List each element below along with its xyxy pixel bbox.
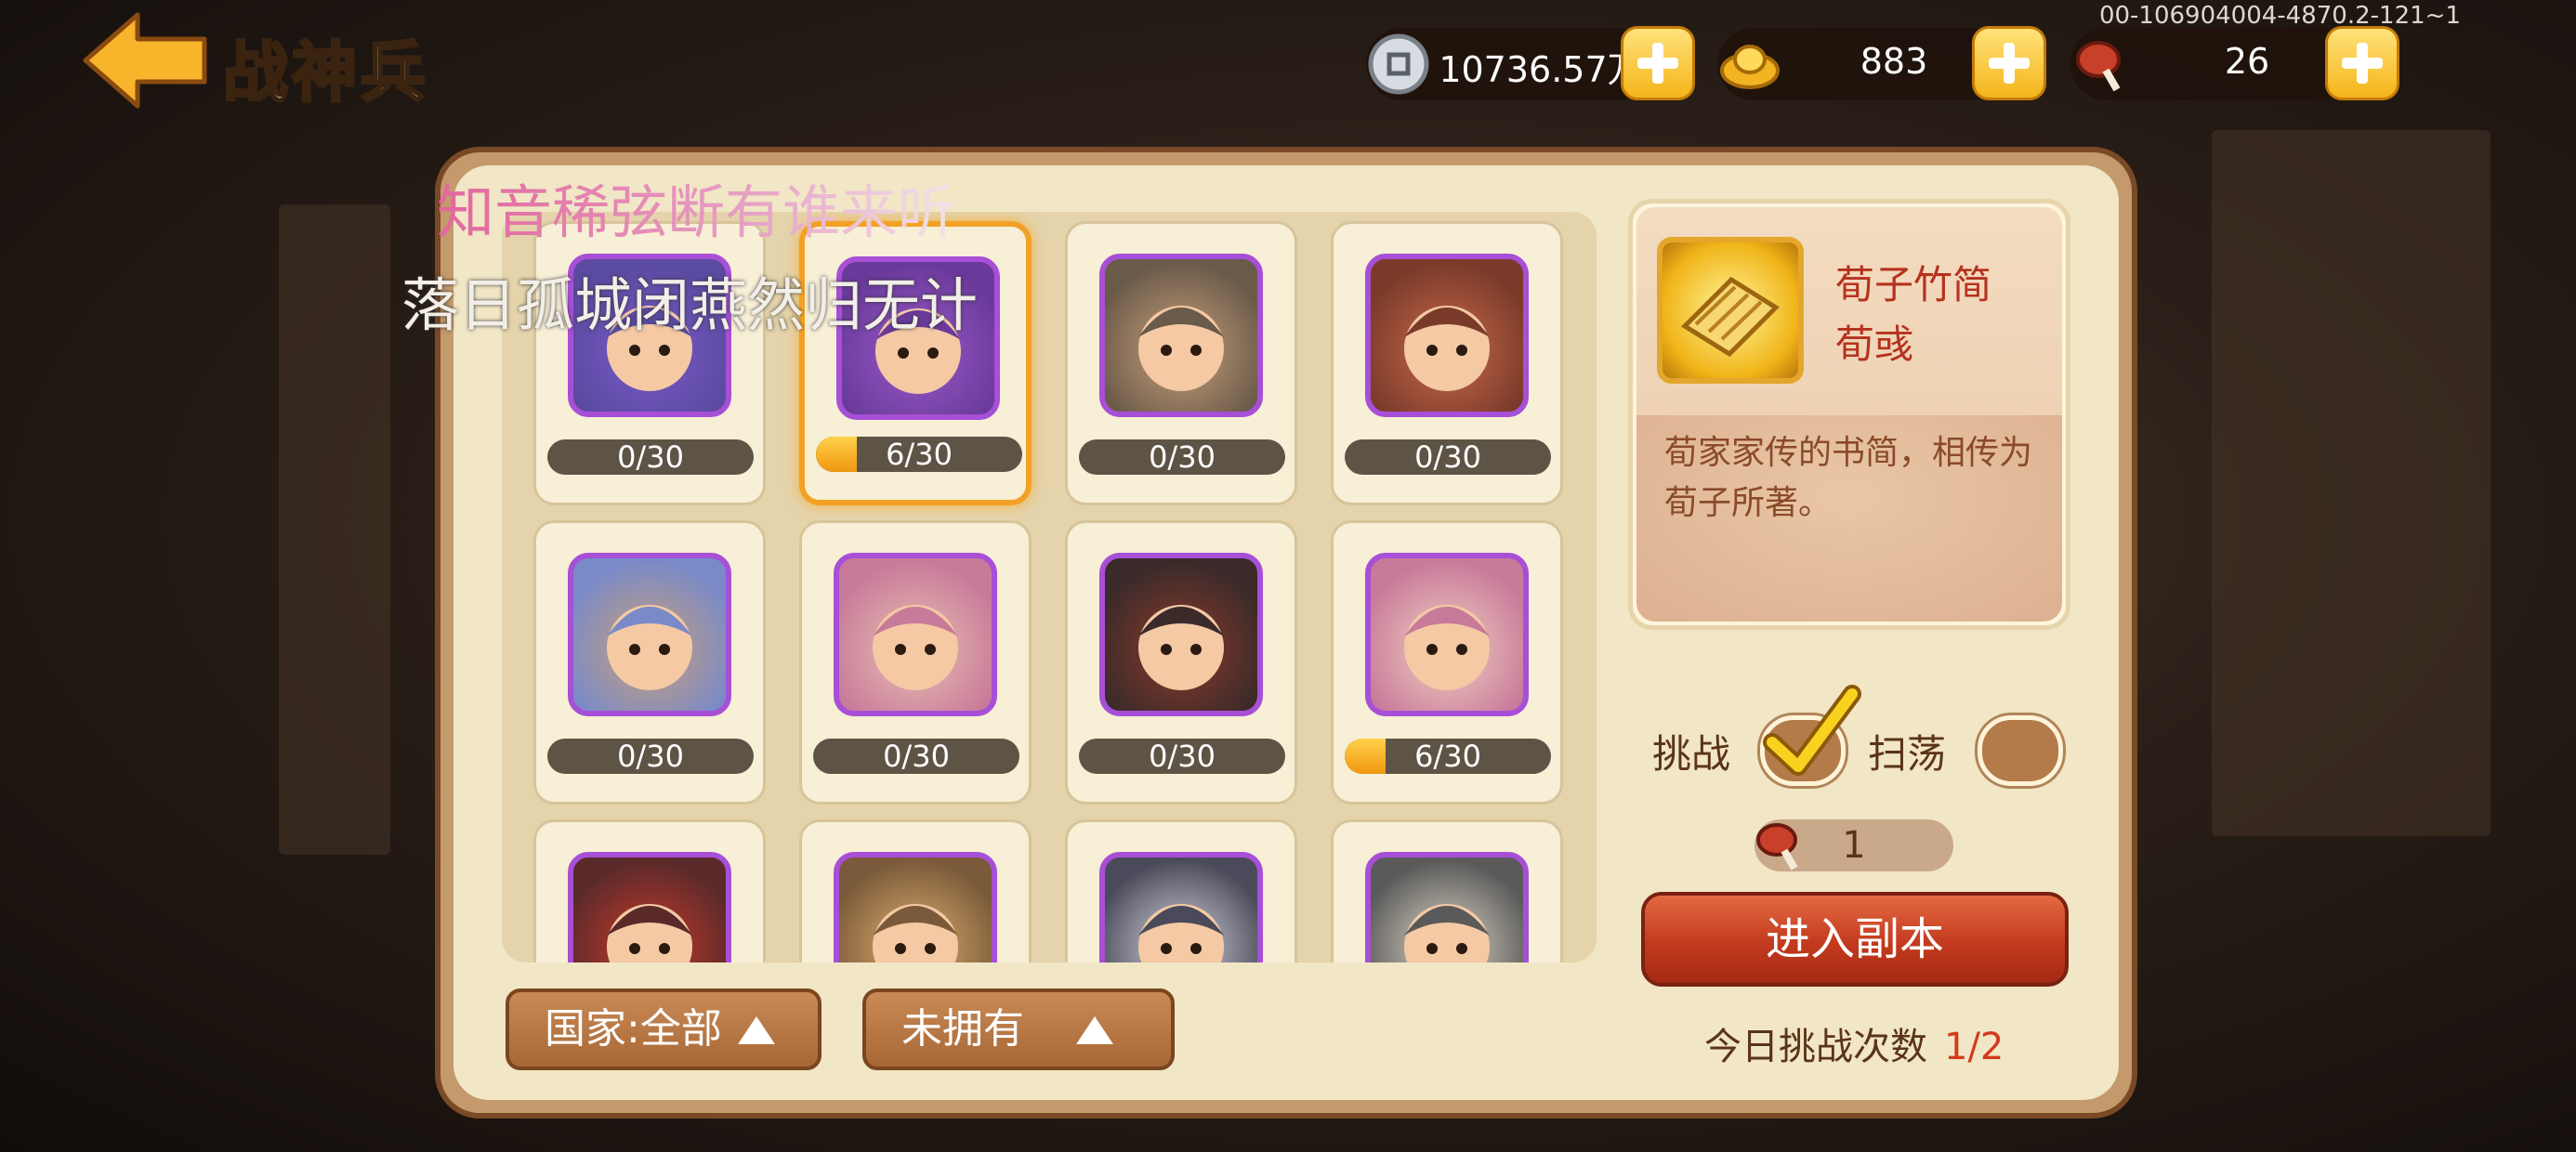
add-stamina-button[interactable]	[2325, 26, 2399, 100]
sweep-label: 扫荡	[1868, 731, 1947, 777]
hero-card[interactable]: 0/30	[799, 520, 1032, 805]
triangle-up-icon	[1076, 1016, 1113, 1044]
hero-progress-bar: 6/30	[816, 437, 1022, 472]
enter-dungeon-button[interactable]: 进入副本	[1641, 892, 2069, 987]
gold-value: 883	[1860, 41, 1928, 82]
meat-icon	[2070, 32, 2136, 97]
stamina-cost: 1	[1755, 819, 1953, 871]
hero-card[interactable]: 0/30	[533, 520, 766, 805]
hero-progress-label: 0/30	[883, 739, 950, 774]
add-gold-button[interactable]	[1972, 26, 2046, 100]
hero-progress-bar: 0/30	[1345, 439, 1551, 475]
ownership-filter-button[interactable]: 未拥有	[862, 988, 1175, 1070]
hero-progress-bar: 0/30	[1079, 739, 1285, 774]
hero-progress-bar: 0/30	[1079, 439, 1285, 475]
bamboo-scroll-icon[interactable]	[1657, 237, 1804, 384]
hero-portrait	[1099, 852, 1263, 962]
hero-progress-label: 0/30	[1149, 739, 1216, 774]
hero-portrait	[1099, 254, 1263, 417]
gold-counter: 883	[1717, 28, 2005, 100]
hero-portrait	[1365, 254, 1529, 417]
hero-portrait	[834, 852, 997, 962]
hero-progress-bar: 6/30	[1345, 739, 1551, 774]
country-filter-button[interactable]: 国家:全部	[506, 988, 821, 1070]
hero-progress-bar: 0/30	[813, 739, 1019, 774]
hero-portrait	[1365, 553, 1529, 716]
stamina-counter: 26	[2070, 28, 2359, 100]
coin-icon	[1366, 32, 1431, 97]
challenge-label: 挑战	[1652, 731, 1731, 777]
item-name: 荀子竹简	[1835, 262, 1992, 308]
background-shelf	[279, 204, 390, 855]
daily-challenge-label: 今日挑战次数	[1704, 1026, 1927, 1068]
gold-ingot-icon	[1717, 32, 1782, 97]
hero-card[interactable]	[533, 819, 766, 962]
item-info-card: 荀子竹简 荀彧 荀家家传的书简，相传为荀子所著。	[1628, 199, 2070, 630]
silver-counter: 10736.57万	[1366, 28, 1654, 100]
back-button[interactable]	[82, 9, 210, 111]
challenge-checkbox[interactable]	[1760, 685, 1861, 786]
hero-card[interactable]: 0/30	[1065, 520, 1297, 805]
back-arrow-icon	[83, 12, 207, 109]
hero-progress-label: 0/30	[617, 439, 684, 475]
overlay-text-line2: 落日孤城闭燕然归无计	[401, 271, 979, 339]
triangle-up-icon	[738, 1016, 775, 1044]
daily-challenge-count: 今日挑战次数 1/2	[1704, 1016, 2004, 1070]
add-silver-button[interactable]	[1621, 26, 1695, 100]
hero-card[interactable]: 0/30	[1331, 221, 1563, 505]
hero-progress-label: 0/30	[617, 739, 684, 774]
hero-portrait	[1099, 553, 1263, 716]
hero-card[interactable]: 6/30	[1331, 520, 1563, 805]
item-owner: 荀彧	[1835, 321, 1914, 367]
hero-progress-label: 0/30	[1149, 439, 1216, 475]
overlay-text-line1: 知音稀弦断有谁来听	[437, 165, 955, 249]
country-filter-label: 国家:全部	[545, 1005, 722, 1053]
hero-card[interactable]	[1065, 819, 1297, 962]
hero-card[interactable]	[799, 819, 1032, 962]
hero-portrait	[568, 852, 731, 962]
background-shelf	[2212, 130, 2491, 836]
hero-progress-label: 6/30	[886, 437, 953, 472]
hero-progress-label: 6/30	[1414, 739, 1481, 774]
daily-challenge-value: 1/2	[1944, 1026, 2004, 1068]
stamina-value: 26	[2224, 41, 2270, 82]
hero-portrait	[568, 553, 731, 716]
page-title: 战神兵	[222, 33, 429, 112]
hero-progress-label: 0/30	[1414, 439, 1481, 475]
stamina-cost-value: 1	[1842, 824, 1866, 867]
hero-card[interactable]: 0/30	[1065, 221, 1297, 505]
silver-value: 10736.57万	[1439, 49, 1643, 90]
sweep-checkbox[interactable]	[1978, 715, 2063, 786]
hero-portrait	[834, 553, 997, 716]
hero-portrait	[1365, 852, 1529, 962]
item-description: 荀家家传的书简，相传为荀子所著。	[1664, 434, 2033, 522]
build-id: 00-106904004-4870.2-121~1	[2098, 2, 2461, 30]
hero-progress-bar: 0/30	[547, 739, 754, 774]
hero-card[interactable]	[1331, 819, 1563, 962]
ownership-filter-label: 未拥有	[901, 1005, 1024, 1053]
hero-progress-bar: 0/30	[547, 439, 754, 475]
checkmark-icon	[1763, 685, 1861, 776]
